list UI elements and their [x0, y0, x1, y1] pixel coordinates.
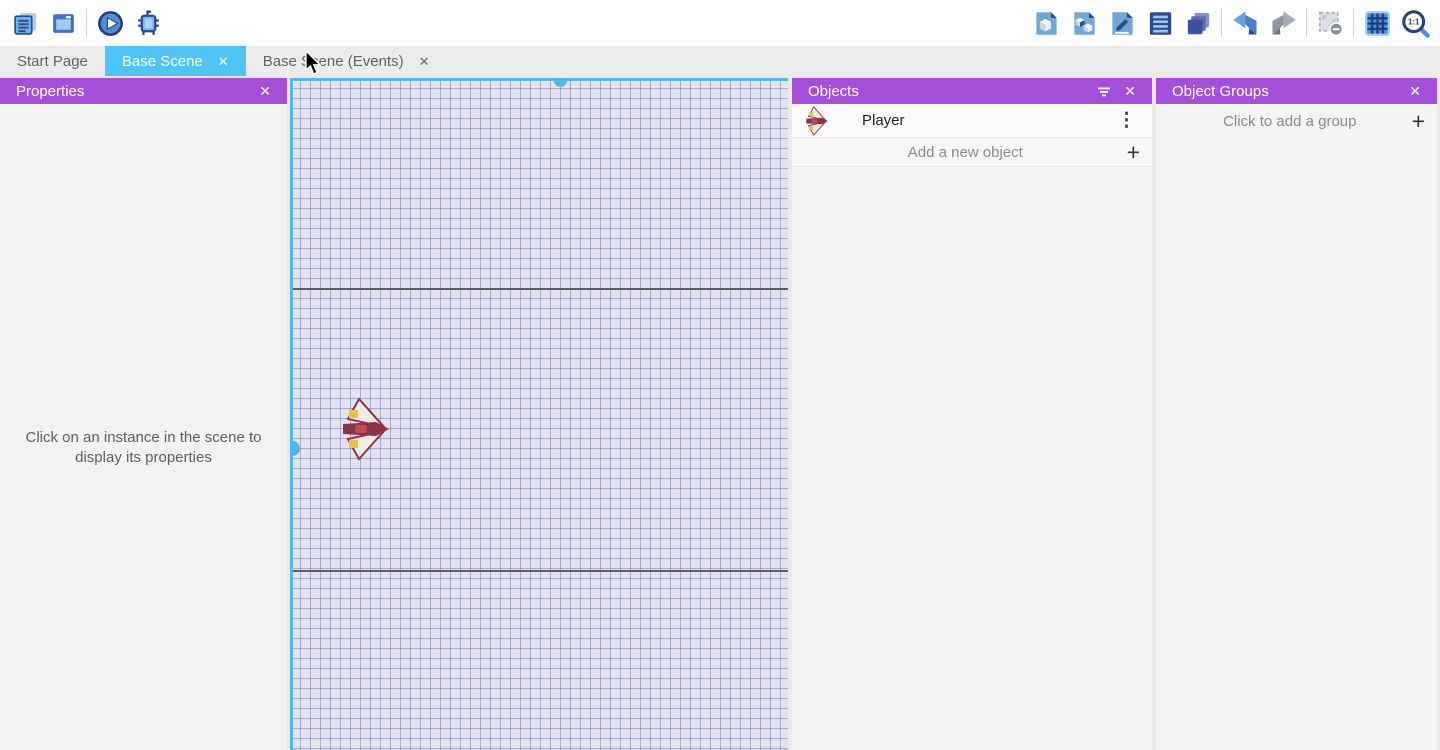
filter-icon[interactable]	[1090, 83, 1118, 99]
close-icon[interactable]: ✕	[1403, 84, 1427, 98]
canvas-selection-border-left	[290, 78, 293, 750]
tab-close-icon[interactable]: ✕	[218, 55, 229, 68]
tab-label: Base Scene	[122, 53, 203, 70]
main-toolbar: 1:1	[0, 0, 1440, 46]
toolbar-separator	[1221, 9, 1222, 37]
objects-editor-button[interactable]	[1027, 3, 1065, 43]
debug-icon	[134, 9, 163, 38]
zoom-original-button[interactable]: 1:1	[1396, 3, 1434, 43]
scene-window-button[interactable]	[44, 3, 82, 43]
game-window-border-bottom	[290, 570, 788, 572]
project-manager-button[interactable]	[6, 3, 44, 43]
debug-button[interactable]	[129, 3, 167, 43]
instances-list-button[interactable]	[1141, 3, 1179, 43]
object-row-player[interactable]: Player ⋮	[792, 104, 1152, 138]
instances-list-icon	[1147, 10, 1174, 37]
redo-button[interactable]	[1264, 3, 1302, 43]
properties-empty-message: Click on an instance in the scene to dis…	[10, 428, 277, 469]
tab-base-scene[interactable]: Base Scene ✕	[105, 46, 246, 76]
objects-editor-icon	[1033, 10, 1060, 37]
delete-selection-icon	[1317, 10, 1344, 37]
tab-close-icon[interactable]: ✕	[419, 55, 430, 68]
toolbar-separator	[86, 9, 87, 37]
toolbar-separator	[1306, 9, 1307, 37]
zoom-original-icon: 1:1	[1401, 9, 1430, 38]
undo-icon	[1232, 10, 1259, 37]
close-icon[interactable]: ✕	[253, 84, 277, 98]
properties-panel-header: Properties ✕	[0, 78, 287, 104]
tab-label: Start Page	[17, 53, 88, 70]
add-group-row[interactable]: Click to add a group +	[1156, 104, 1437, 138]
add-object-row[interactable]: Add a new object +	[792, 138, 1152, 167]
add-group-label: Click to add a group	[1168, 113, 1412, 130]
object-groups-editor-icon	[1071, 10, 1098, 37]
object-name: Player	[862, 112, 905, 129]
canvas-selection-border-top	[290, 78, 788, 81]
layers-editor-button[interactable]	[1179, 3, 1217, 43]
player-object-thumbnail-icon	[805, 106, 831, 136]
panel-title: Properties	[16, 83, 84, 100]
undo-button[interactable]	[1226, 3, 1264, 43]
tab-label: Base Scene (Events)	[263, 53, 404, 70]
objects-panel-header: Objects ✕	[792, 78, 1152, 104]
properties-editor-button[interactable]	[1103, 3, 1141, 43]
redo-icon	[1270, 10, 1297, 37]
objects-panel: Objects ✕ Player ⋮ Add a new object	[792, 78, 1152, 750]
game-window-border-top	[290, 288, 788, 290]
delete-selection-button[interactable]	[1311, 3, 1349, 43]
grid-icon	[1364, 10, 1391, 37]
tab-start-page[interactable]: Start Page	[0, 46, 105, 76]
grid-button[interactable]	[1358, 3, 1396, 43]
add-object-label: Add a new object	[804, 144, 1127, 161]
toolbar-right-group: 1:1	[1027, 0, 1440, 46]
properties-editor-icon	[1109, 10, 1136, 37]
tab-bar: Start Page Base Scene ✕ Base Scene (Even…	[0, 46, 1440, 76]
preview-button[interactable]	[91, 3, 129, 43]
close-icon[interactable]: ✕	[1118, 84, 1142, 98]
player-instance[interactable]	[342, 397, 390, 461]
plus-icon[interactable]: +	[1127, 141, 1140, 164]
toolbar-left-group	[0, 0, 167, 46]
panel-title: Object Groups	[1172, 83, 1269, 100]
scene-window-icon	[50, 10, 77, 37]
properties-panel: Properties ✕ Click on an instance in the…	[0, 78, 287, 750]
scene-canvas[interactable]	[290, 78, 788, 750]
plus-icon[interactable]: +	[1412, 110, 1425, 133]
object-groups-editor-button[interactable]	[1065, 3, 1103, 43]
project-manager-icon	[12, 10, 39, 37]
panel-title: Objects	[808, 83, 859, 100]
object-groups-panel-header: Object Groups ✕	[1156, 78, 1437, 104]
layers-editor-icon	[1185, 10, 1212, 37]
toolbar-separator	[1353, 9, 1354, 37]
tab-base-scene-events[interactable]: Base Scene (Events) ✕	[246, 46, 447, 76]
zoom-level-label: 1:1	[1408, 17, 1420, 26]
preview-icon	[96, 9, 125, 38]
object-groups-panel: Object Groups ✕ Click to add a group +	[1156, 78, 1437, 750]
object-menu-dots-icon[interactable]: ⋮	[1113, 109, 1140, 132]
